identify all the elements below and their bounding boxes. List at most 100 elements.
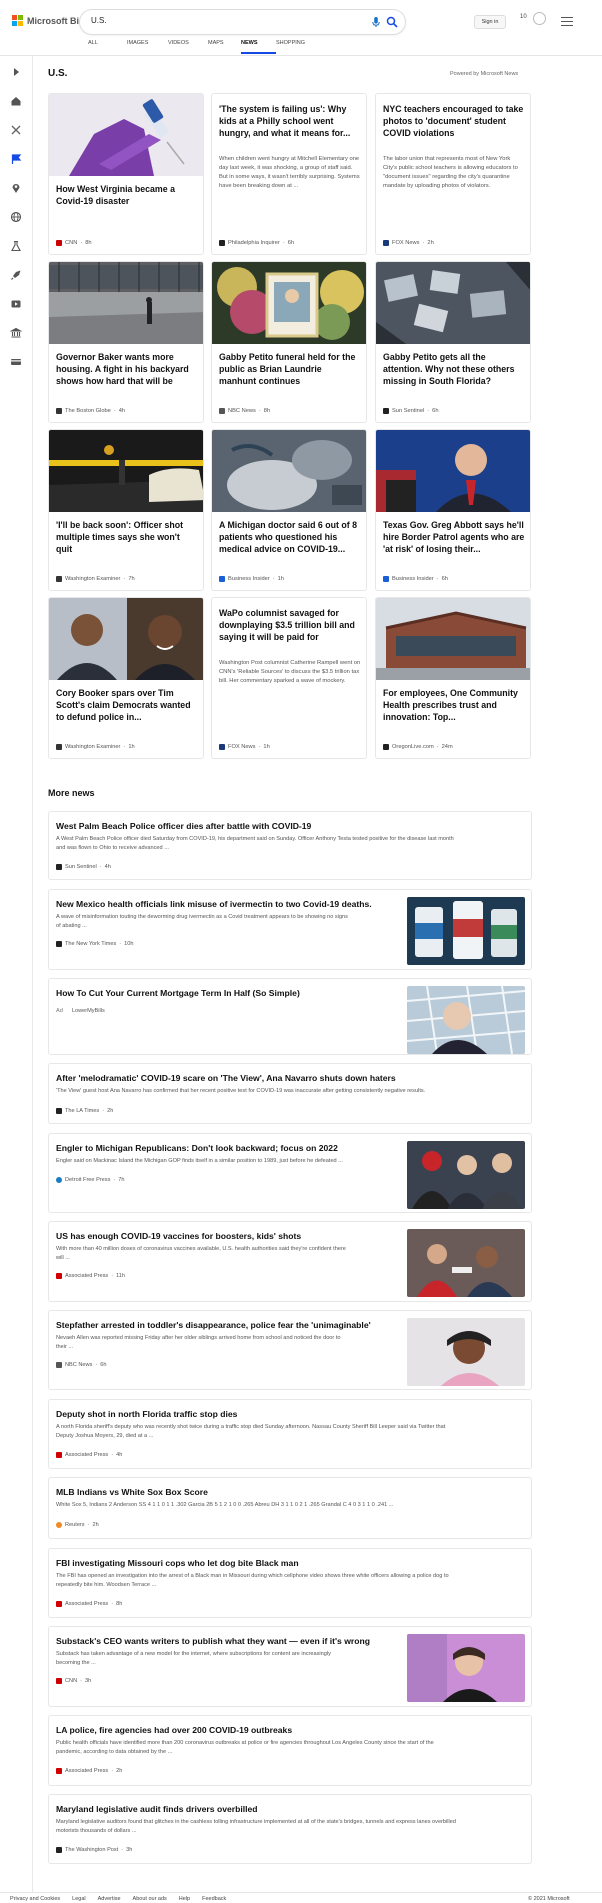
news-card[interactable]: How West Virginia became a Covid-19 disa… bbox=[48, 93, 204, 255]
news-time: 2h bbox=[92, 1522, 99, 1528]
money-icon[interactable] bbox=[10, 356, 22, 368]
detroit-free-press-logo-icon bbox=[56, 1177, 62, 1183]
news-card-title[interactable]: Gabby Petito gets all the attention. Why… bbox=[383, 351, 525, 387]
news-card-title[interactable]: 'I'll be back soon': Officer shot multip… bbox=[56, 519, 198, 555]
news-list-item[interactable]: New Mexico health officials link misuse … bbox=[48, 889, 532, 970]
news-card[interactable]: Gabby Petito gets all the attention. Why… bbox=[375, 261, 531, 423]
philadelphia-inquirer-logo-icon bbox=[219, 240, 225, 246]
flag-icon[interactable] bbox=[10, 153, 22, 165]
news-item-title[interactable]: After 'melodramatic' COVID-19 scare on '… bbox=[56, 1073, 396, 1083]
news-card-title[interactable]: 'The system is failing us': Why kids at … bbox=[219, 103, 361, 139]
location-icon[interactable] bbox=[10, 182, 22, 194]
news-source: CNN bbox=[65, 240, 78, 246]
sign-in-button[interactable]: Sign in bbox=[474, 15, 506, 29]
news-list-item[interactable]: MLB Indians vs White Sox Box Score White… bbox=[48, 1477, 532, 1539]
news-list-item[interactable]: Substack's CEO wants writers to publish … bbox=[48, 1626, 532, 1707]
footer-link-privacy[interactable]: Privacy and Cookies bbox=[10, 1896, 60, 1902]
sun-sentinel-logo-icon bbox=[56, 864, 62, 870]
tools-icon[interactable] bbox=[10, 124, 22, 136]
news-item-description: Public health officials have identified … bbox=[56, 1740, 434, 1755]
politics-icon[interactable] bbox=[10, 327, 22, 339]
news-card-title[interactable]: NYC teachers encouraged to take photos t… bbox=[383, 103, 525, 139]
search-box[interactable]: U.S. bbox=[80, 10, 405, 34]
news-item-title[interactable]: How To Cut Your Current Mortgage Term In… bbox=[56, 988, 300, 998]
news-card[interactable]: Texas Gov. Greg Abbott says he'll hire B… bbox=[375, 429, 531, 591]
tab-all[interactable]: ALL bbox=[88, 40, 127, 54]
news-list-item[interactable]: West Palm Beach Police officer dies afte… bbox=[48, 811, 532, 880]
tab-maps[interactable]: MAPS bbox=[208, 40, 241, 54]
news-time: 10h bbox=[124, 941, 134, 947]
footer-link-help[interactable]: Help bbox=[179, 1896, 190, 1902]
tab-videos[interactable]: VIDEOS bbox=[168, 40, 208, 54]
news-source: Philadelphia Inquirer bbox=[228, 240, 280, 246]
news-card[interactable]: A Michigan doctor said 6 out of 8 patien… bbox=[211, 429, 367, 591]
science-icon[interactable] bbox=[10, 240, 22, 252]
news-card-title[interactable]: Cory Booker spars over Tim Scott's claim… bbox=[56, 687, 198, 723]
news-list-item[interactable]: Stepfather arrested in toddler's disappe… bbox=[48, 1310, 532, 1390]
news-card[interactable]: 'I'll be back soon': Officer shot multip… bbox=[48, 429, 204, 591]
bing-logo[interactable]: Microsoft Bing bbox=[12, 15, 90, 26]
news-item-thumbnail bbox=[407, 986, 525, 1054]
tab-images[interactable]: IMAGES bbox=[127, 40, 168, 54]
news-card[interactable]: Cory Booker spars over Tim Scott's claim… bbox=[48, 597, 204, 759]
news-card-title[interactable]: For employees, One Community Health pres… bbox=[383, 687, 525, 723]
news-item-title[interactable]: West Palm Beach Police officer dies afte… bbox=[56, 821, 311, 831]
news-source: The New York Times bbox=[65, 941, 117, 947]
news-card[interactable]: Governor Baker wants more housing. A fig… bbox=[48, 261, 204, 423]
news-item-title[interactable]: Stepfather arrested in toddler's disappe… bbox=[56, 1320, 371, 1330]
news-card[interactable]: NYC teachers encouraged to take photos t… bbox=[375, 93, 531, 255]
news-item-title[interactable]: MLB Indians vs White Sox Box Score bbox=[56, 1487, 208, 1497]
news-card-title[interactable]: WaPo columnist savaged for downplaying $… bbox=[219, 607, 361, 643]
news-time: 24m bbox=[441, 744, 453, 750]
boston-globe-logo-icon bbox=[56, 408, 62, 414]
hamburger-menu-icon[interactable] bbox=[561, 17, 573, 26]
tab-news[interactable]: NEWS bbox=[241, 40, 276, 54]
news-card-title[interactable]: Governor Baker wants more housing. A fig… bbox=[56, 351, 198, 387]
news-item-title[interactable]: LA police, fire agencies had over 200 CO… bbox=[56, 1725, 292, 1735]
news-card-image bbox=[49, 598, 203, 680]
news-item-description: Engler said on Mackinac Island the Michi… bbox=[56, 1158, 343, 1164]
footer-link-feedback[interactable]: Feedback bbox=[202, 1896, 226, 1902]
news-item-title[interactable]: Deputy shot in north Florida traffic sto… bbox=[56, 1409, 237, 1419]
news-card-title[interactable]: Texas Gov. Greg Abbott says he'll hire B… bbox=[383, 519, 525, 555]
footer-link-about-ads[interactable]: About our ads bbox=[133, 1896, 167, 1902]
news-list-item[interactable]: LA police, fire agencies had over 200 CO… bbox=[48, 1715, 532, 1786]
news-card[interactable]: WaPo columnist savaged for downplaying $… bbox=[211, 597, 367, 759]
rewards-button[interactable]: 10 bbox=[520, 12, 546, 25]
news-item-title[interactable]: US has enough COVID-19 vaccines for boos… bbox=[56, 1231, 301, 1241]
news-item-title[interactable]: New Mexico health officials link misuse … bbox=[56, 899, 372, 909]
news-card[interactable]: For employees, One Community Health pres… bbox=[375, 597, 531, 759]
tab-shopping[interactable]: SHOPPING bbox=[276, 40, 316, 54]
cnn-logo-icon bbox=[56, 240, 62, 246]
news-card-title[interactable]: How West Virginia became a Covid-19 disa… bbox=[56, 183, 198, 207]
news-source: NBC News bbox=[65, 1362, 93, 1368]
news-item-title[interactable]: FBI investigating Missouri cops who let … bbox=[56, 1558, 299, 1568]
news-list-item[interactable]: FBI investigating Missouri cops who let … bbox=[48, 1548, 532, 1618]
entertainment-icon[interactable] bbox=[10, 298, 22, 310]
news-list-item[interactable]: Maryland legislative audit finds drivers… bbox=[48, 1794, 532, 1864]
news-card-title[interactable]: Gabby Petito funeral held for the public… bbox=[219, 351, 361, 387]
news-item-title[interactable]: Substack's CEO wants writers to publish … bbox=[56, 1636, 370, 1646]
news-list-item[interactable]: Engler to Michigan Republicans: Don't lo… bbox=[48, 1133, 532, 1213]
microphone-icon[interactable] bbox=[370, 16, 382, 28]
news-list-item[interactable]: Deputy shot in north Florida traffic sto… bbox=[48, 1399, 532, 1469]
news-source: Associated Press bbox=[65, 1452, 109, 1458]
expand-arrow-icon[interactable] bbox=[10, 66, 22, 78]
globe-icon[interactable] bbox=[10, 211, 22, 223]
search-input[interactable]: U.S. bbox=[91, 16, 107, 25]
news-list-item[interactable]: How To Cut Your Current Mortgage Term In… bbox=[48, 978, 532, 1055]
news-item-title[interactable]: Maryland legislative audit finds drivers… bbox=[56, 1804, 258, 1814]
news-item-title[interactable]: Engler to Michigan Republicans: Don't lo… bbox=[56, 1143, 338, 1153]
news-source: Business Insider bbox=[392, 576, 434, 582]
search-icon[interactable] bbox=[386, 16, 398, 28]
news-card[interactable]: 'The system is failing us': Why kids at … bbox=[211, 93, 367, 255]
home-icon[interactable] bbox=[10, 95, 22, 107]
news-card[interactable]: Gabby Petito funeral held for the public… bbox=[211, 261, 367, 423]
news-time: 8h bbox=[85, 240, 92, 246]
news-list-item[interactable]: US has enough COVID-19 vaccines for boos… bbox=[48, 1221, 532, 1302]
news-card-title[interactable]: A Michigan doctor said 6 out of 8 patien… bbox=[219, 519, 361, 555]
news-list-item[interactable]: After 'melodramatic' COVID-19 scare on '… bbox=[48, 1063, 532, 1124]
footer-link-legal[interactable]: Legal bbox=[72, 1896, 85, 1902]
rocket-icon[interactable] bbox=[10, 269, 22, 281]
footer-link-advertise[interactable]: Advertise bbox=[98, 1896, 121, 1902]
